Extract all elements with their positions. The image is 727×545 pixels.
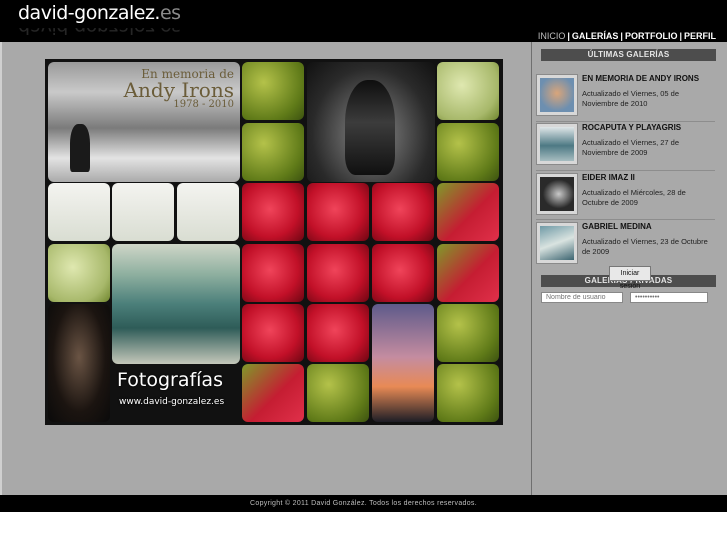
gallery-date: Actualizado el Viernes, 23 de Octubre de…	[582, 237, 708, 256]
mosaic-tile	[242, 123, 304, 181]
mosaic-tile	[307, 183, 369, 241]
gallery-title[interactable]: GABRIEL MEDINA	[582, 222, 652, 231]
gallery-divider	[536, 170, 715, 171]
gallery-item[interactable]: EN MEMORIA DE ANDY IRONS Actualizado el …	[536, 74, 715, 120]
nav-inicio[interactable]: INICIO	[538, 31, 566, 41]
mosaic-tile	[242, 62, 304, 120]
mosaic-tile	[112, 183, 174, 241]
gallery-date: Actualizado el Viernes, 05 de Noviembre …	[582, 89, 680, 108]
mosaic-tile	[437, 123, 499, 181]
surfer-silhouette	[70, 124, 90, 172]
logo-tld: es	[159, 2, 181, 24]
gallery-item[interactable]: GABRIEL MEDINA Actualizado el Viernes, 2…	[536, 222, 715, 268]
gallery-thumbnail[interactable]	[536, 74, 578, 116]
gallery-item[interactable]: ROCAPUTA Y PLAYAGRIS Actualizado el Vier…	[536, 123, 715, 169]
nav-galerias[interactable]: GALERÍAS	[572, 31, 619, 41]
mosaic-tile	[242, 183, 304, 241]
hero-mosaic[interactable]: En memoria de Andy Irons 1978 - 2010 Fot…	[45, 59, 503, 425]
gallery-thumbnail[interactable]	[536, 222, 578, 264]
model-silhouette	[345, 80, 395, 175]
portrait-photo	[307, 62, 435, 182]
nav-perfil[interactable]: PERFIL	[684, 31, 716, 41]
logo-name: david-gonzalez.	[18, 2, 160, 24]
andy-irons-photo: En memoria de Andy Irons 1978 - 2010	[48, 62, 240, 182]
gallery-date: Actualizado el Viernes, 27 de Noviembre …	[582, 138, 680, 157]
gallery-thumbnail[interactable]	[536, 173, 578, 215]
gallery-thumbnail[interactable]	[536, 123, 578, 165]
password-field[interactable]	[630, 292, 708, 303]
nav-portfolio[interactable]: PORTFOLIO	[625, 31, 678, 41]
fotografias-title: Fotografías	[117, 369, 223, 391]
memoria-line-2: Andy Irons	[123, 78, 234, 102]
mosaic-tile	[48, 183, 110, 241]
site-logo[interactable]: david-gonzalez.es	[18, 2, 181, 24]
mosaic-tile	[372, 304, 434, 422]
mosaic-tile	[307, 244, 369, 302]
mosaic-tile	[307, 304, 369, 362]
mosaic-tile	[242, 304, 304, 362]
username-field[interactable]	[541, 292, 623, 303]
mosaic-tile	[242, 364, 304, 422]
left-border	[0, 42, 2, 495]
gallery-title[interactable]: EN MEMORIA DE ANDY IRONS	[582, 74, 699, 83]
gallery-item[interactable]: EIDER IMAZ II Actualizado el Miércoles, …	[536, 173, 715, 219]
mosaic-tile	[307, 364, 369, 422]
memoria-caption: En memoria de Andy Irons 1978 - 2010	[124, 68, 234, 110]
mosaic-tile	[177, 183, 239, 241]
mosaic-tile	[242, 244, 304, 302]
top-navigation: INICIO | GALERÍAS | PORTFOLIO | PERFIL	[538, 31, 716, 41]
gallery-divider	[536, 121, 715, 122]
mosaic-tile	[437, 62, 499, 120]
mosaic-tile	[437, 304, 499, 362]
mosaic-tile	[372, 244, 434, 302]
wave-photo	[112, 244, 240, 364]
model-photo	[48, 304, 110, 422]
gallery-title[interactable]: ROCAPUTA Y PLAYAGRIS	[582, 123, 681, 132]
mosaic-tile	[437, 244, 499, 302]
mosaic-tile	[48, 244, 110, 302]
latest-galleries-header: ÚLTIMAS GALERÍAS	[541, 49, 716, 61]
login-button[interactable]: Iniciar sesión	[609, 266, 651, 290]
fotografias-url: www.david-gonzalez.es	[119, 397, 225, 407]
mosaic-tile	[437, 364, 499, 422]
mosaic-tile	[437, 183, 499, 241]
site-header: david-gonzalez.es david-gonzalez.es INIC…	[0, 0, 727, 42]
mosaic-tile	[372, 183, 434, 241]
gallery-divider	[536, 219, 715, 220]
gallery-date: Actualizado el Miércoles, 28 de Octubre …	[582, 188, 686, 207]
column-divider	[531, 42, 532, 495]
site-footer: Copyright © 2011 David González. Todos l…	[0, 495, 727, 512]
gallery-title[interactable]: EIDER IMAZ II	[582, 173, 635, 182]
